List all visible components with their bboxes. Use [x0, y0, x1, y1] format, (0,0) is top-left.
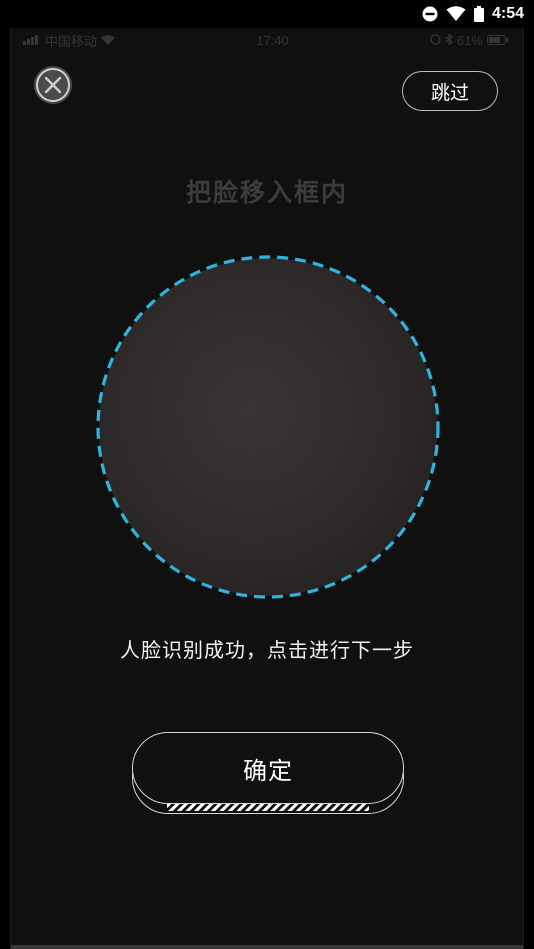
- carrier-name: 中国移动: [45, 33, 98, 49]
- bluetooth-icon: [445, 32, 453, 48]
- battery-icon: [487, 33, 509, 48]
- do-not-disturb-icon: [422, 6, 438, 22]
- wifi-icon: [101, 33, 116, 48]
- bottom-divider: [11, 945, 523, 949]
- instruction-text: 把脸移入框内: [185, 178, 348, 207]
- skip-button[interactable]: 跳过: [402, 71, 498, 111]
- striped-edge: [167, 804, 369, 811]
- signal-icon: [23, 33, 41, 48]
- confirm-button[interactable]: 确定: [132, 732, 404, 804]
- ios-status-bar: 中国移动 17:40 61%: [11, 28, 523, 52]
- ios-clock: 17:40: [256, 32, 289, 48]
- close-button[interactable]: [34, 66, 72, 104]
- phone-screen: 4:54 中国移动 17:40 61% 跳过 把脸移入框内 人脸识别成功，点击进…: [0, 0, 534, 949]
- battery-icon: [473, 6, 484, 22]
- system-clock: 4:54: [491, 5, 524, 22]
- wifi-icon: [446, 6, 466, 22]
- camera-preview: [99, 258, 437, 596]
- close-icon: [36, 68, 70, 102]
- face-capture-frame: [96, 255, 440, 599]
- alarm-icon: [430, 33, 441, 48]
- recognition-status-text: 人脸识别成功，点击进行下一步: [120, 638, 414, 662]
- confirm-button-wrap: 确定: [132, 732, 404, 814]
- battery-percent: 61%: [456, 32, 483, 48]
- system-status-bar: 4:54: [0, 0, 534, 28]
- face-capture-page: 中国移动 17:40 61% 跳过 把脸移入框内 人脸识别成功，点击进行下一步 …: [10, 28, 524, 949]
